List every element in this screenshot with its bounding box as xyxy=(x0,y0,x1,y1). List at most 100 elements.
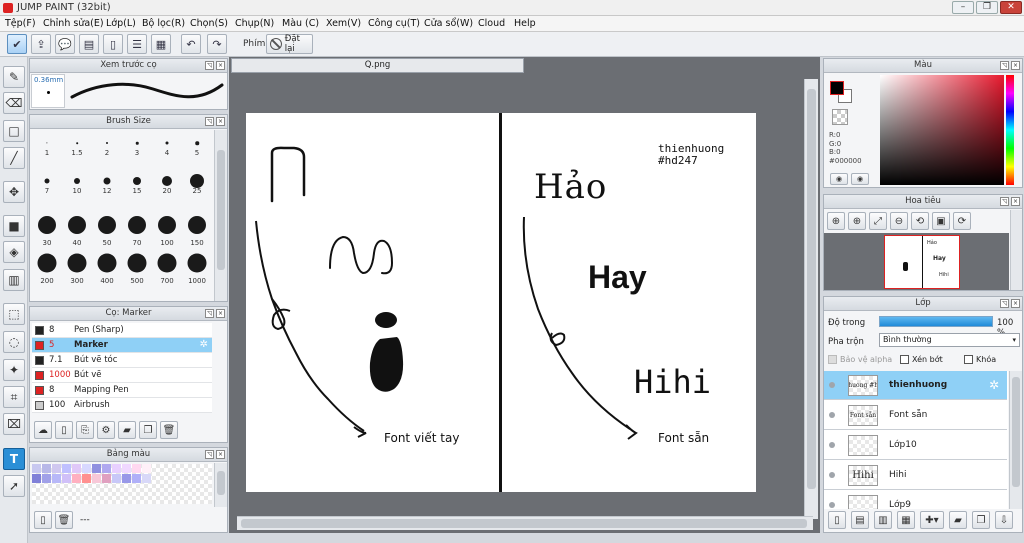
palette-swatch[interactable] xyxy=(132,474,141,483)
palette-swatch[interactable] xyxy=(112,474,121,483)
new-text-layer-icon[interactable]: ▦ xyxy=(897,511,915,529)
brush-size-option[interactable]: 20 xyxy=(152,169,182,195)
select-rect-tool-icon[interactable]: ⬚ xyxy=(3,303,25,325)
palette-swatch[interactable] xyxy=(82,474,91,483)
brush-size-option[interactable]: 500 xyxy=(122,249,152,285)
move-tool-icon[interactable]: ✥ xyxy=(3,181,25,203)
palette-swatch[interactable] xyxy=(92,474,101,483)
rect-shape-tool-icon[interactable]: □ xyxy=(3,120,25,142)
protect-alpha-option[interactable]: Bảo vệ alpha xyxy=(828,355,892,364)
brush-size-option[interactable]: 12 xyxy=(92,169,122,195)
brush-size-option[interactable]: 30 xyxy=(32,211,62,247)
close-panel-icon[interactable]: × xyxy=(216,61,225,70)
visibility-eye-icon[interactable] xyxy=(829,472,835,478)
palette-scrollbar[interactable] xyxy=(214,463,227,507)
add-layer-menu-icon[interactable]: ✚▾ xyxy=(920,511,944,529)
brush-size-option[interactable]: 40 xyxy=(62,211,92,247)
brush-size-option[interactable]: 400 xyxy=(92,249,122,285)
share-icon[interactable]: ⇪ xyxy=(31,34,51,54)
palette-swatch[interactable] xyxy=(82,464,91,473)
blend-mode-select[interactable]: Bình thường ▾ xyxy=(879,333,1020,347)
layer-item-selected[interactable]: thienhuong #hd247 thienhuong ✲ xyxy=(824,371,1007,400)
canvas-area[interactable]: Q.png Font viết tay thienhuong #hd247 Hả… xyxy=(229,57,820,533)
select-pen-tool-icon[interactable]: ⌗ xyxy=(3,386,25,408)
foreground-color[interactable] xyxy=(830,81,844,95)
brush-size-option[interactable]: 1000 xyxy=(182,249,212,285)
menu-tools[interactable]: Công cụ(T) xyxy=(368,18,420,29)
brush-settings-gear-icon[interactable]: ✲ xyxy=(200,339,208,350)
rotate-left-icon[interactable]: ⟲ xyxy=(911,212,929,230)
palette-swatch[interactable] xyxy=(62,464,71,473)
grid-settings-icon[interactable]: ▦ xyxy=(151,34,171,54)
select-eraser-tool-icon[interactable]: ⌧ xyxy=(3,413,25,435)
brush-size-option[interactable]: 4 xyxy=(152,131,182,157)
palette-swatch[interactable] xyxy=(122,464,131,473)
visibility-eye-icon[interactable] xyxy=(829,382,835,388)
saturation-value-picker[interactable] xyxy=(880,75,1004,185)
brush-item[interactable]: 8 Pen (Sharp) xyxy=(32,323,212,338)
menu-capture[interactable]: Chụp(N) xyxy=(235,18,274,29)
brush-size-option[interactable]: 15 xyxy=(122,169,152,195)
float-panel-icon[interactable]: ◹ xyxy=(1000,61,1009,70)
palette-swatch[interactable] xyxy=(112,464,121,473)
brush-size-option[interactable]: 2 xyxy=(92,131,122,157)
color-mode-icon[interactable]: ◉ xyxy=(830,173,848,185)
lock-option[interactable]: Khóa xyxy=(964,355,996,364)
palette-swatch[interactable] xyxy=(122,474,131,483)
brush-size-option[interactable]: 3 xyxy=(122,131,152,157)
palette-swatch[interactable] xyxy=(72,464,81,473)
brush-cloud-icon[interactable]: ☁ xyxy=(34,421,52,439)
brush-copy-icon[interactable]: ⎘ xyxy=(76,421,94,439)
close-panel-icon[interactable]: × xyxy=(1011,299,1020,308)
layer-item[interactable]: Font sẵn Font sẵn xyxy=(824,401,1007,430)
brush-folder-icon[interactable]: ▰ xyxy=(118,421,136,439)
brush-settings-icon[interactable]: ⚙ xyxy=(97,421,115,439)
layer-scrollbar[interactable] xyxy=(1009,371,1022,509)
scrollbar-thumb[interactable] xyxy=(1012,377,1020,487)
document-list-icon[interactable]: ☰ xyxy=(127,34,147,54)
palette-swatch[interactable] xyxy=(142,464,151,473)
close-panel-icon[interactable]: × xyxy=(216,309,225,318)
brush-size-option[interactable]: 100 xyxy=(152,211,182,247)
bucket-tool-icon[interactable]: ◈ xyxy=(3,241,25,263)
close-panel-icon[interactable]: × xyxy=(1011,197,1020,206)
layer-item[interactable]: Hihi Hihi xyxy=(824,461,1007,490)
menu-edit[interactable]: Chỉnh sửa(E) xyxy=(43,18,104,29)
lasso-tool-icon[interactable]: ◌ xyxy=(3,331,25,353)
float-panel-icon[interactable]: ◹ xyxy=(205,450,214,459)
brush-item[interactable]: 8 Mapping Pen xyxy=(32,383,212,398)
brush-item-selected[interactable]: 5 Marker ✲ xyxy=(32,338,212,353)
navigator-preview[interactable]: Hảo Hay Hihi xyxy=(824,233,1009,290)
brush-size-option[interactable]: 200 xyxy=(32,249,62,285)
brush-size-option[interactable]: 300 xyxy=(62,249,92,285)
visibility-eye-icon[interactable] xyxy=(829,502,835,508)
palette-swatch[interactable] xyxy=(142,474,151,483)
brush-item[interactable]: 1000 Bút vẽ xyxy=(32,368,212,383)
eraser-tool-icon[interactable]: ⌫ xyxy=(3,92,25,114)
close-panel-icon[interactable]: × xyxy=(216,117,225,126)
zoom-plus-icon[interactable]: ⊕ xyxy=(848,212,866,230)
zoom-out-icon[interactable]: ⊖ xyxy=(890,212,908,230)
lock-checkbox[interactable] xyxy=(964,355,973,364)
close-button[interactable]: ✕ xyxy=(1000,1,1022,14)
palette-swatch[interactable] xyxy=(52,474,61,483)
menu-layer[interactable]: Lớp(L) xyxy=(106,18,136,29)
float-panel-icon[interactable]: ◹ xyxy=(205,61,214,70)
brush-size-option[interactable]: 10 xyxy=(62,169,92,195)
transparent-color[interactable] xyxy=(832,109,848,125)
canvas-vertical-scrollbar[interactable] xyxy=(804,79,818,519)
palette-swatch[interactable] xyxy=(92,464,101,473)
float-panel-icon[interactable]: ◹ xyxy=(1000,197,1009,206)
palette-swatch[interactable] xyxy=(52,464,61,473)
palette-swatch[interactable] xyxy=(102,464,111,473)
text-tool-icon[interactable]: T xyxy=(3,448,25,470)
canvas-page-right[interactable]: thienhuong #hd247 Hảo Hay Hihi Font sẵn xyxy=(502,113,756,492)
redo-icon[interactable]: ↷ xyxy=(207,34,227,54)
float-panel-icon[interactable]: ◹ xyxy=(205,117,214,126)
brush-size-option[interactable]: 700 xyxy=(152,249,182,285)
close-panel-icon[interactable]: × xyxy=(216,450,225,459)
palette-swatch[interactable] xyxy=(132,464,141,473)
brush-size-option[interactable]: 25 xyxy=(182,169,212,195)
minimize-button[interactable]: – xyxy=(952,1,974,14)
hue-slider[interactable] xyxy=(1006,75,1014,185)
